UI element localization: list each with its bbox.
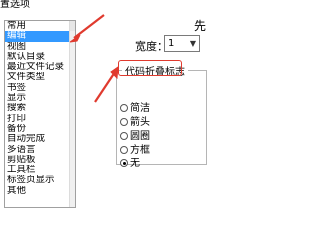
arrow-to-groupbox xyxy=(94,65,119,103)
annotation-arrows xyxy=(69,14,119,103)
arrow-to-list-item xyxy=(69,14,105,43)
